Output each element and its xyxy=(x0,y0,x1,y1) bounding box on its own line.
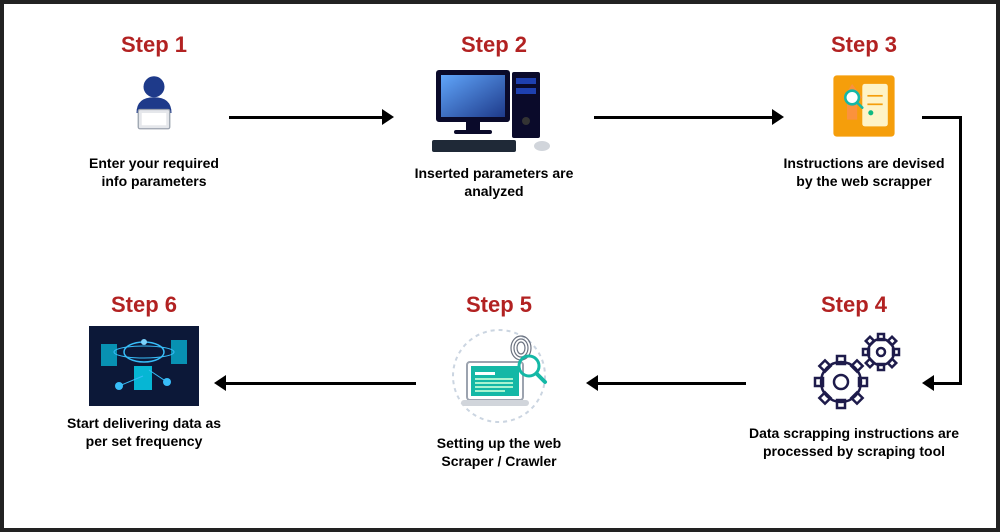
step-2: Step 2 xyxy=(384,32,604,200)
step-3-title: Step 3 xyxy=(764,32,964,58)
step-5-title: Step 5 xyxy=(399,292,599,318)
person-laptop-icon xyxy=(114,66,194,146)
step-6-title: Step 6 xyxy=(44,292,244,318)
step-3-caption: Instructions are devised by the web scra… xyxy=(764,154,964,190)
step-6-caption: Start delivering data as per set frequen… xyxy=(44,414,244,450)
arrow-3-4-bot xyxy=(932,382,962,385)
arrow-5-6-head xyxy=(214,375,226,391)
arrow-2-3-head xyxy=(772,109,784,125)
arrow-4-5 xyxy=(596,382,746,385)
clipboard-search-icon xyxy=(824,66,904,146)
diagram-frame: Step 1 Enter your required info paramete… xyxy=(0,0,1000,532)
data-network-icon xyxy=(89,326,199,406)
step-5: Step 5 xyxy=(399,292,599,470)
desktop-computer-icon xyxy=(424,66,564,156)
gears-icon xyxy=(799,326,909,416)
step-4-title: Step 4 xyxy=(734,292,974,318)
arrow-2-3 xyxy=(594,116,774,119)
step-1: Step 1 Enter your required info paramete… xyxy=(64,32,244,190)
arrow-3-4-vert xyxy=(959,116,962,384)
step-1-caption: Enter your required info parameters xyxy=(64,154,244,190)
arrow-5-6 xyxy=(224,382,416,385)
step-2-caption: Inserted parameters are analyzed xyxy=(384,164,604,200)
laptop-fingerprint-icon xyxy=(439,326,559,426)
step-6: Step 6 Start delivering data as per set … xyxy=(44,292,244,450)
arrow-1-2-head xyxy=(382,109,394,125)
step-4-caption: Data scrapping instructions are processe… xyxy=(734,424,974,460)
arrow-3-4-head xyxy=(922,375,934,391)
step-1-title: Step 1 xyxy=(64,32,244,58)
step-4: Step 4 xyxy=(734,292,974,460)
arrow-4-5-head xyxy=(586,375,598,391)
step-2-title: Step 2 xyxy=(384,32,604,58)
arrow-1-2 xyxy=(229,116,384,119)
step-5-caption: Setting up the web Scraper / Crawler xyxy=(399,434,599,470)
arrow-3-4-top xyxy=(922,116,962,119)
step-3: Step 3 Instructions are devised by the w… xyxy=(764,32,964,190)
